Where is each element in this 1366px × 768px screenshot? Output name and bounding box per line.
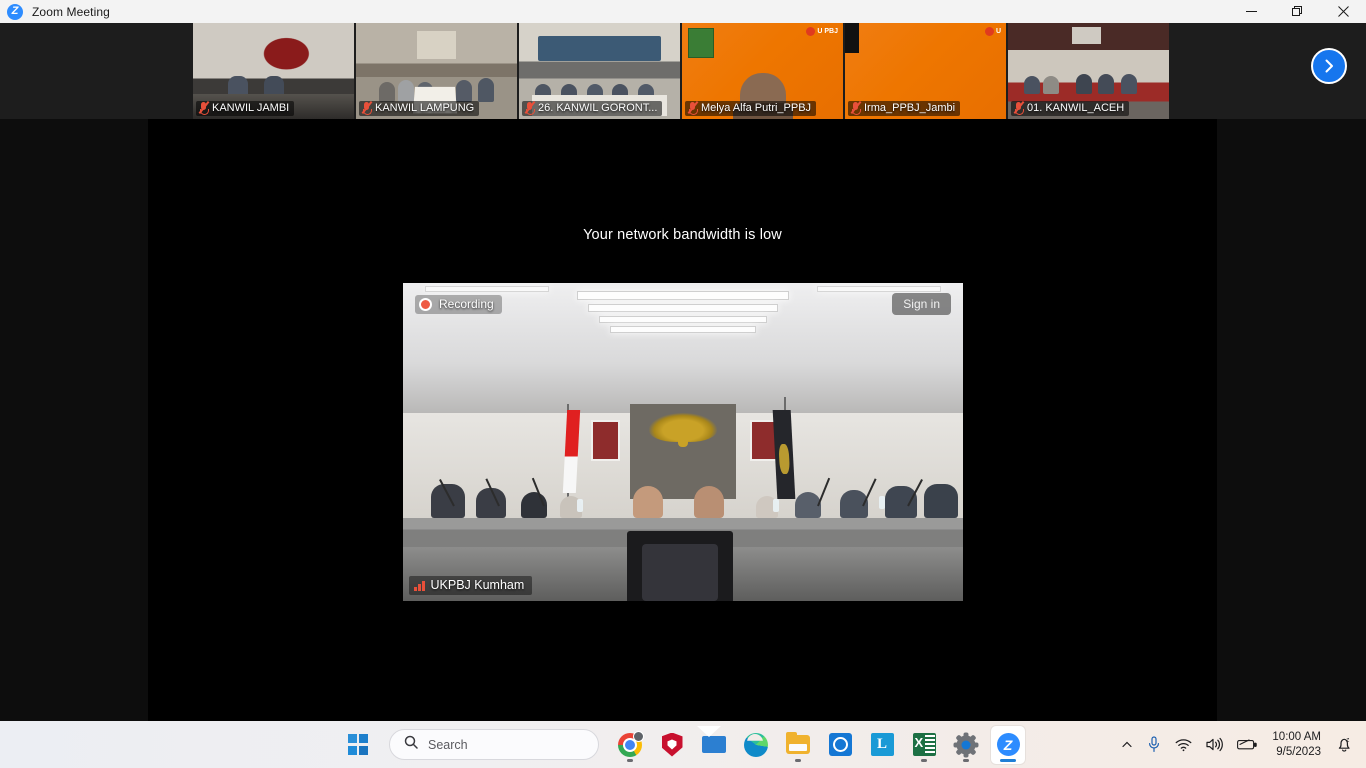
taskbar-app-office[interactable] [823,726,857,764]
participant-thumbnail-strip[interactable]: KANWIL JAMBI KANWIL LAMPUNG 26. KANWIL G… [0,23,1366,119]
taskbar-app-mail[interactable] [697,726,731,764]
mail-icon [702,736,726,753]
participant-name: Irma_PPBJ_Jambi [864,102,956,114]
participant-thumbnail[interactable]: 01. KANWIL_ACEH [1008,23,1169,119]
sign-in-button[interactable]: Sign in [892,293,951,315]
zoom-icon: Z [996,733,1020,756]
taskbar-app-file-explorer[interactable] [781,726,815,764]
taskbar-time: 10:00 AM [1272,730,1321,743]
participant-name: KANWIL JAMBI [212,102,290,114]
search-placeholder: Search [428,737,468,752]
chevron-up-icon[interactable] [1114,726,1140,764]
thumbnail-name-badge: KANWIL LAMPUNG [359,100,480,116]
microphone-icon[interactable] [1140,726,1168,764]
mic-muted-icon [198,100,210,115]
window-title-bar: Z Zoom Meeting [0,0,1366,23]
excel-icon: X [912,733,936,756]
notification-bell-icon[interactable]: z [1329,726,1360,764]
thumbnail-name-badge: KANWIL JAMBI [196,100,295,116]
mic-muted-icon [524,100,536,115]
minimize-icon[interactable] [1228,0,1274,23]
video-chair-back [627,531,734,601]
bandwidth-warning: Your network bandwidth is low [583,227,782,243]
thumbnail-name-badge: Irma_PPBJ_Jambi [848,100,961,116]
taskbar-app-chrome[interactable] [613,726,647,764]
participant-name: Melya Alfa Putri_PPBJ [701,102,812,114]
chevron-right-icon [1322,59,1336,73]
participant-name: KANWIL LAMPUNG [375,102,475,114]
thumbnail-name-badge: 26. KANWIL GORONT... [522,100,663,116]
taskbar-app-settings[interactable] [949,726,983,764]
mic-muted-icon [850,100,862,115]
thumbnail-name-badge: 01. KANWIL_ACEH [1011,100,1130,116]
search-icon [404,735,418,754]
window-controls [1228,0,1366,23]
taskbar-date: 9/5/2023 [1276,745,1321,758]
mic-muted-icon [1013,100,1025,115]
recording-indicator: Recording [415,295,502,314]
office-circle-icon [828,733,852,756]
participant-thumbnail[interactable]: KANWIL JAMBI [193,23,354,119]
next-page-button[interactable] [1311,48,1347,84]
window-title: Zoom Meeting [32,4,110,19]
close-icon[interactable] [1320,0,1366,23]
mic-muted-icon [361,100,373,115]
svg-text:z: z [1346,738,1349,744]
participant-thumbnail[interactable]: 26. KANWIL GORONT... [519,23,680,119]
windows-start-icon[interactable] [341,728,375,762]
thumbnail-name-badge: Melya Alfa Putri_PPBJ [685,100,817,116]
participant-name: 26. KANWIL GORONT... [538,102,658,114]
record-dot-icon [419,297,432,311]
battery-icon[interactable] [1230,726,1264,764]
wifi-icon[interactable] [1168,726,1199,764]
participant-thumbnail[interactable]: KANWIL LAMPUNG [356,23,517,119]
speaker-name: UKPBJ Kumham [430,578,525,592]
participant-thumbnail[interactable]: U Irma_PPBJ_Jambi [845,23,1006,119]
garuda-emblem [649,413,717,447]
system-tray: 10:00 AM 9/5/2023 z [1114,721,1366,768]
speaker-name-badge: UKPBJ Kumham [409,576,533,595]
restore-icon[interactable] [1274,0,1320,23]
gear-icon [953,732,979,757]
taskbar-app-zoom[interactable]: Z [991,725,1025,764]
zoom-meeting-window: KANWIL JAMBI KANWIL LAMPUNG 26. KANWIL G… [0,23,1366,721]
participant-name: 01. KANWIL_ACEH [1027,102,1125,114]
edge-icon [744,732,768,757]
participant-thumbnail[interactable]: U PBJ Melya Alfa Putri_PPBJ [682,23,843,119]
active-speaker-video[interactable]: Recording Sign in UKPBJ Kumham [403,283,963,601]
windows-taskbar: Search L X Z 10:00 AM 9/5/2023 z [0,721,1366,768]
recording-label: Recording [439,297,494,311]
signal-bars-icon [414,580,425,591]
mcafee-shield-icon [661,732,683,757]
zoom-logo-icon: Z [7,3,23,20]
taskbar-center-group: Search L X Z [341,721,1025,768]
portrait-left [590,419,620,462]
video-stage: Your network bandwidth is low Recording … [148,119,1217,721]
speaker-icon[interactable] [1199,726,1230,764]
taskbar-app-lapp[interactable]: L [865,726,899,764]
letter-l-icon: L [870,733,894,756]
search-input[interactable]: Search [389,729,599,760]
clock-date[interactable]: 10:00 AM 9/5/2023 [1264,730,1329,760]
taskbar-app-excel[interactable]: X [907,726,941,764]
taskbar-app-edge[interactable] [739,726,773,764]
chrome-icon [618,730,644,757]
taskbar-app-mcafee[interactable] [655,726,689,764]
mic-muted-icon [687,100,699,115]
folder-icon [786,732,810,754]
